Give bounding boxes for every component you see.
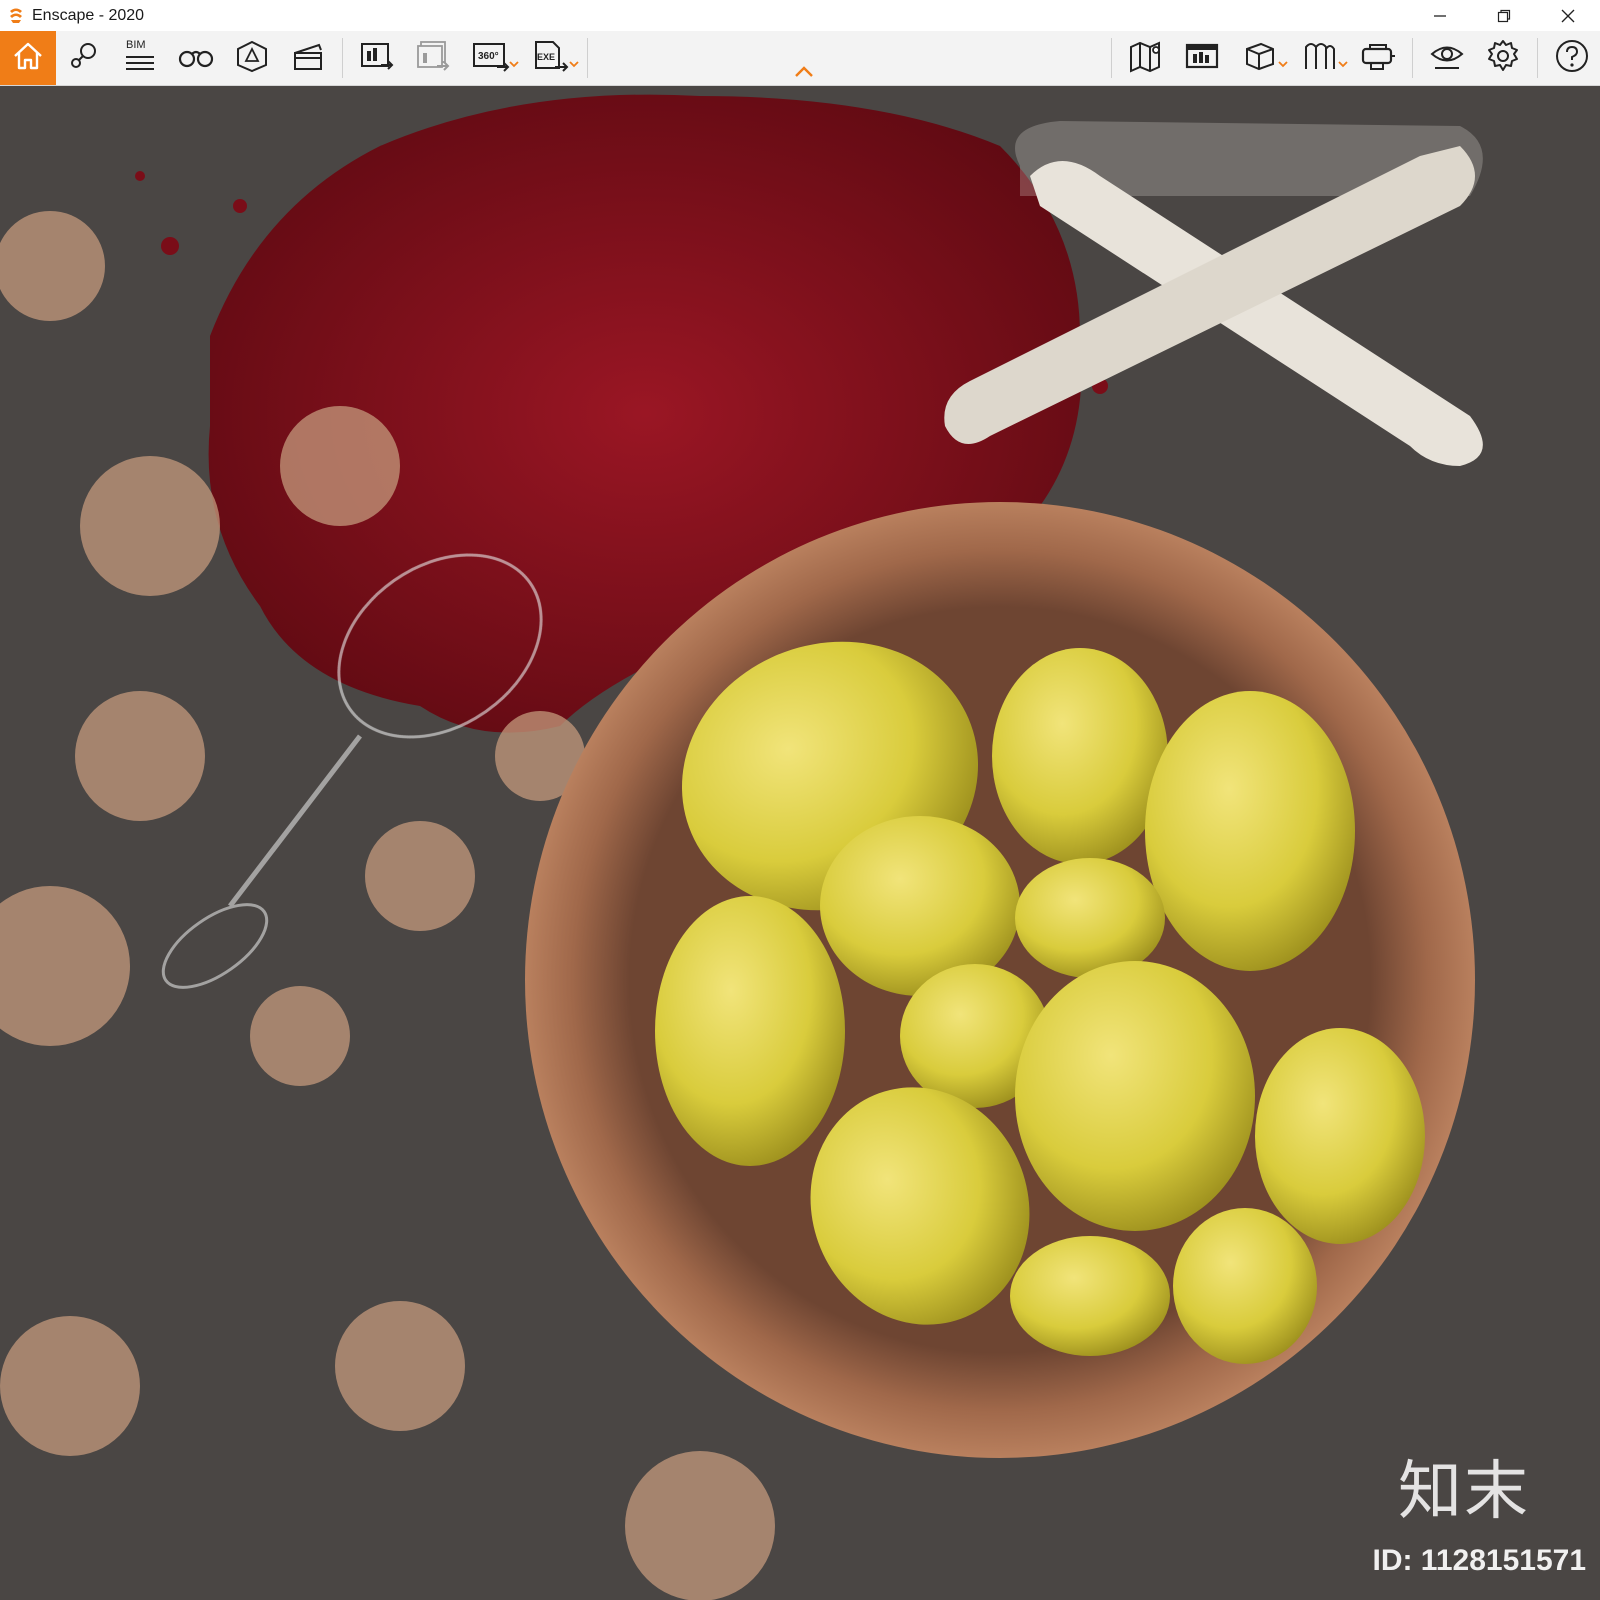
exe-export-button[interactable]: EXE	[521, 31, 581, 85]
collapse-toolbar-button[interactable]	[793, 64, 815, 78]
screenshot-button[interactable]	[349, 31, 405, 85]
toolbar-divider	[1111, 38, 1112, 78]
chevron-down-icon[interactable]	[1338, 53, 1348, 72]
video-editor-button[interactable]	[280, 31, 336, 85]
library-button[interactable]	[1290, 31, 1350, 85]
rendered-scene	[0, 86, 1600, 1600]
exe-label: EXE	[537, 52, 555, 62]
chevron-down-icon[interactable]	[509, 53, 519, 72]
box-icon	[1243, 39, 1277, 77]
enscape-logo-icon	[6, 6, 26, 26]
chevron-down-icon[interactable]	[569, 53, 579, 72]
toolbar-divider	[1537, 38, 1538, 78]
home-button[interactable]	[0, 31, 56, 85]
close-button[interactable]	[1536, 0, 1600, 31]
chevron-down-icon[interactable]	[1278, 53, 1288, 72]
exe-export-icon: EXE	[531, 39, 571, 77]
panorama-label: 360°	[478, 51, 499, 62]
location-pin-icon	[67, 39, 101, 77]
perspective-button[interactable]	[224, 31, 280, 85]
visual-settings-button[interactable]	[1419, 31, 1475, 85]
vr-headset-icon	[1359, 39, 1397, 77]
toolbar-divider	[587, 38, 588, 78]
chevron-up-icon	[793, 64, 815, 83]
render-screenshot-icon	[359, 39, 395, 77]
book-icon	[1302, 39, 1338, 77]
batch-render-button[interactable]	[405, 31, 461, 85]
batch-render-icon	[415, 39, 451, 77]
bim-label: BIM	[126, 39, 146, 51]
clapperboard-icon	[291, 39, 325, 77]
views-button[interactable]	[168, 31, 224, 85]
title-bar: Enscape - 2020	[0, 0, 1600, 31]
minimize-button[interactable]	[1408, 0, 1472, 31]
home-icon	[11, 39, 45, 77]
asset-library-button[interactable]	[1174, 31, 1230, 85]
watermark-id: ID: 1128151571	[1372, 1544, 1586, 1577]
watermark-brand: 知末	[1398, 1455, 1530, 1529]
help-icon	[1554, 38, 1590, 78]
panorama-button[interactable]: 360°	[461, 31, 521, 85]
map-icon	[1128, 39, 1164, 77]
binoculars-icon	[177, 39, 215, 77]
asset-library-icon	[1184, 39, 1220, 77]
toolbar-divider	[1412, 38, 1413, 78]
panorama-360-icon: 360°	[471, 39, 511, 77]
help-button[interactable]	[1544, 31, 1600, 85]
eye-icon	[1429, 39, 1465, 77]
vr-headset-button[interactable]	[1350, 31, 1406, 85]
objects-button[interactable]	[1230, 31, 1290, 85]
settings-button[interactable]	[1475, 31, 1531, 85]
toolbar-divider	[342, 38, 343, 78]
restore-button[interactable]	[1472, 0, 1536, 31]
settings-icon	[1485, 38, 1521, 78]
window-title: Enscape - 2020	[32, 6, 145, 24]
map-button[interactable]	[1118, 31, 1174, 85]
perspective-cube-icon	[235, 39, 269, 77]
bim-button[interactable]: BIM	[112, 31, 168, 85]
render-viewport[interactable]: 知末 ID: 1128151571	[0, 86, 1600, 1600]
location-button[interactable]	[56, 31, 112, 85]
